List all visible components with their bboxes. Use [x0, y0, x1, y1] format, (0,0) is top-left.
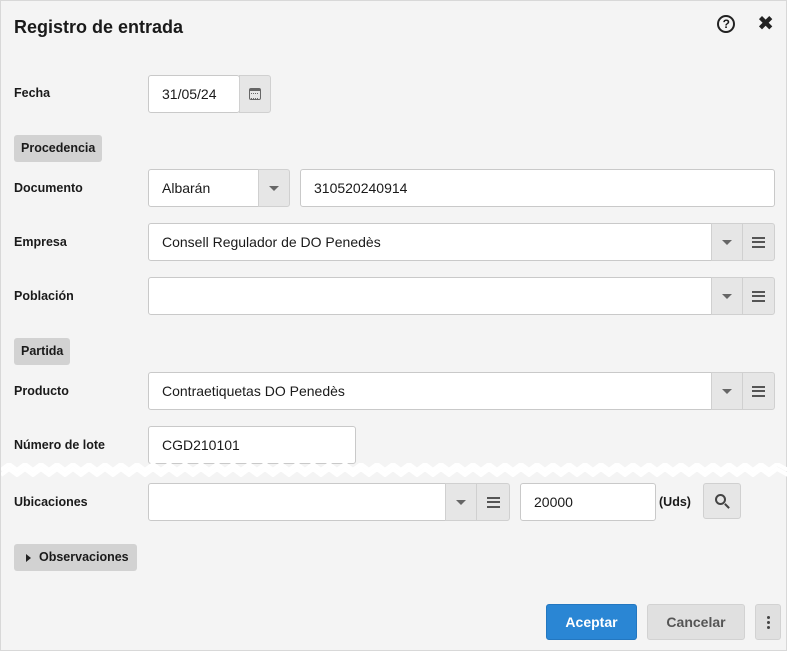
poblacion-list-button[interactable] [742, 277, 775, 315]
lote-label: Número de lote [14, 438, 105, 452]
chevron-down-icon [722, 388, 732, 394]
observaciones-toggle[interactable]: Observaciones [14, 544, 137, 571]
empresa-dropdown[interactable] [711, 223, 743, 261]
unit-label: (Uds) [659, 495, 691, 509]
calendar-button[interactable] [239, 75, 271, 113]
content-break-separator [1, 463, 787, 477]
ubicaciones-input[interactable] [148, 483, 446, 521]
list-icon [752, 236, 765, 248]
chevron-down-icon [722, 293, 732, 299]
documento-number-input[interactable]: 310520240914 [300, 169, 775, 207]
documento-label: Documento [14, 181, 83, 195]
section-partida: Partida [14, 338, 71, 365]
ubicaciones-dropdown[interactable] [445, 483, 477, 521]
empresa-label: Empresa [14, 235, 67, 249]
producto-input[interactable]: Contraetiquetas DO Penedès [148, 372, 712, 410]
caret-right-icon [26, 553, 31, 562]
accept-button[interactable]: Aceptar [546, 604, 637, 640]
producto-dropdown[interactable] [711, 372, 743, 410]
poblacion-label: Población [14, 289, 74, 303]
chevron-down-icon [456, 499, 466, 505]
fecha-input[interactable]: 31/05/24 [148, 75, 240, 113]
producto-label: Producto [14, 384, 69, 398]
registro-entrada-dialog: Registro de entrada ? ✖ Fecha 31/05/24 P… [0, 0, 787, 651]
list-icon [752, 290, 765, 302]
title-actions: ? ✖ [717, 14, 774, 34]
documento-type-dropdown[interactable] [258, 169, 290, 207]
calendar-icon [249, 88, 261, 100]
fecha-label: Fecha [14, 86, 51, 100]
chevron-down-icon [269, 185, 279, 191]
section-procedencia: Procedencia [14, 135, 103, 162]
empresa-input[interactable]: Consell Regulador de DO Penedès [148, 223, 712, 261]
poblacion-dropdown[interactable] [711, 277, 743, 315]
lote-input[interactable]: CGD210101 [148, 426, 356, 464]
empresa-list-button[interactable] [742, 223, 775, 261]
producto-list-button[interactable] [742, 372, 775, 410]
documento-type-select[interactable]: Albarán [148, 169, 259, 207]
dialog-title: Registro de entrada [14, 17, 184, 37]
list-icon [486, 496, 500, 508]
ubicaciones-list-button[interactable] [476, 483, 510, 521]
more-vertical-icon [766, 615, 770, 619]
chevron-down-icon [722, 239, 732, 245]
more-options-button[interactable] [755, 604, 781, 640]
poblacion-input[interactable] [148, 277, 712, 315]
cancel-button[interactable]: Cancelar [647, 604, 745, 640]
search-icon [714, 493, 726, 505]
quantity-input[interactable]: 20000 [520, 483, 656, 521]
observaciones-label: Observaciones [39, 550, 129, 564]
close-icon[interactable]: ✖ [757, 14, 774, 34]
help-icon[interactable]: ? [717, 15, 736, 33]
search-button[interactable] [703, 483, 741, 519]
list-icon [752, 385, 765, 397]
ubicaciones-label: Ubicaciones [14, 495, 88, 509]
